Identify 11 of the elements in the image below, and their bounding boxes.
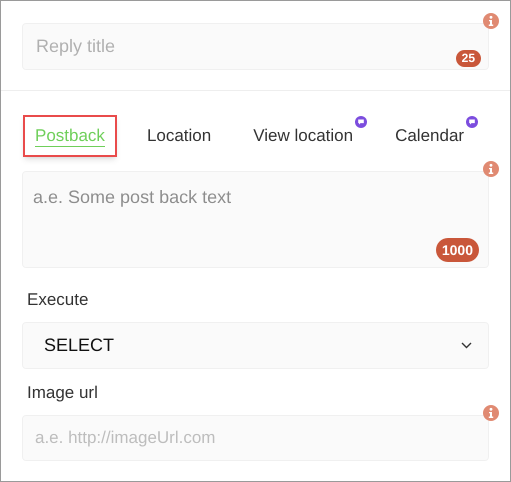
image-url-field[interactable]: a.e. http://imageUrl.com — [22, 414, 489, 460]
info-icon — [483, 13, 499, 29]
tab[interactable]: Location — [134, 115, 224, 156]
info-icon — [483, 160, 499, 176]
image-url-label: Image url — [27, 382, 99, 404]
tab[interactable]: Calendar — [383, 115, 476, 156]
tab[interactable]: View location — [241, 115, 366, 156]
execute-select[interactable]: SELECT — [22, 322, 489, 368]
execute-label: Execute — [27, 288, 90, 310]
chevron-down-icon — [461, 342, 472, 348]
info-icon — [483, 404, 499, 420]
